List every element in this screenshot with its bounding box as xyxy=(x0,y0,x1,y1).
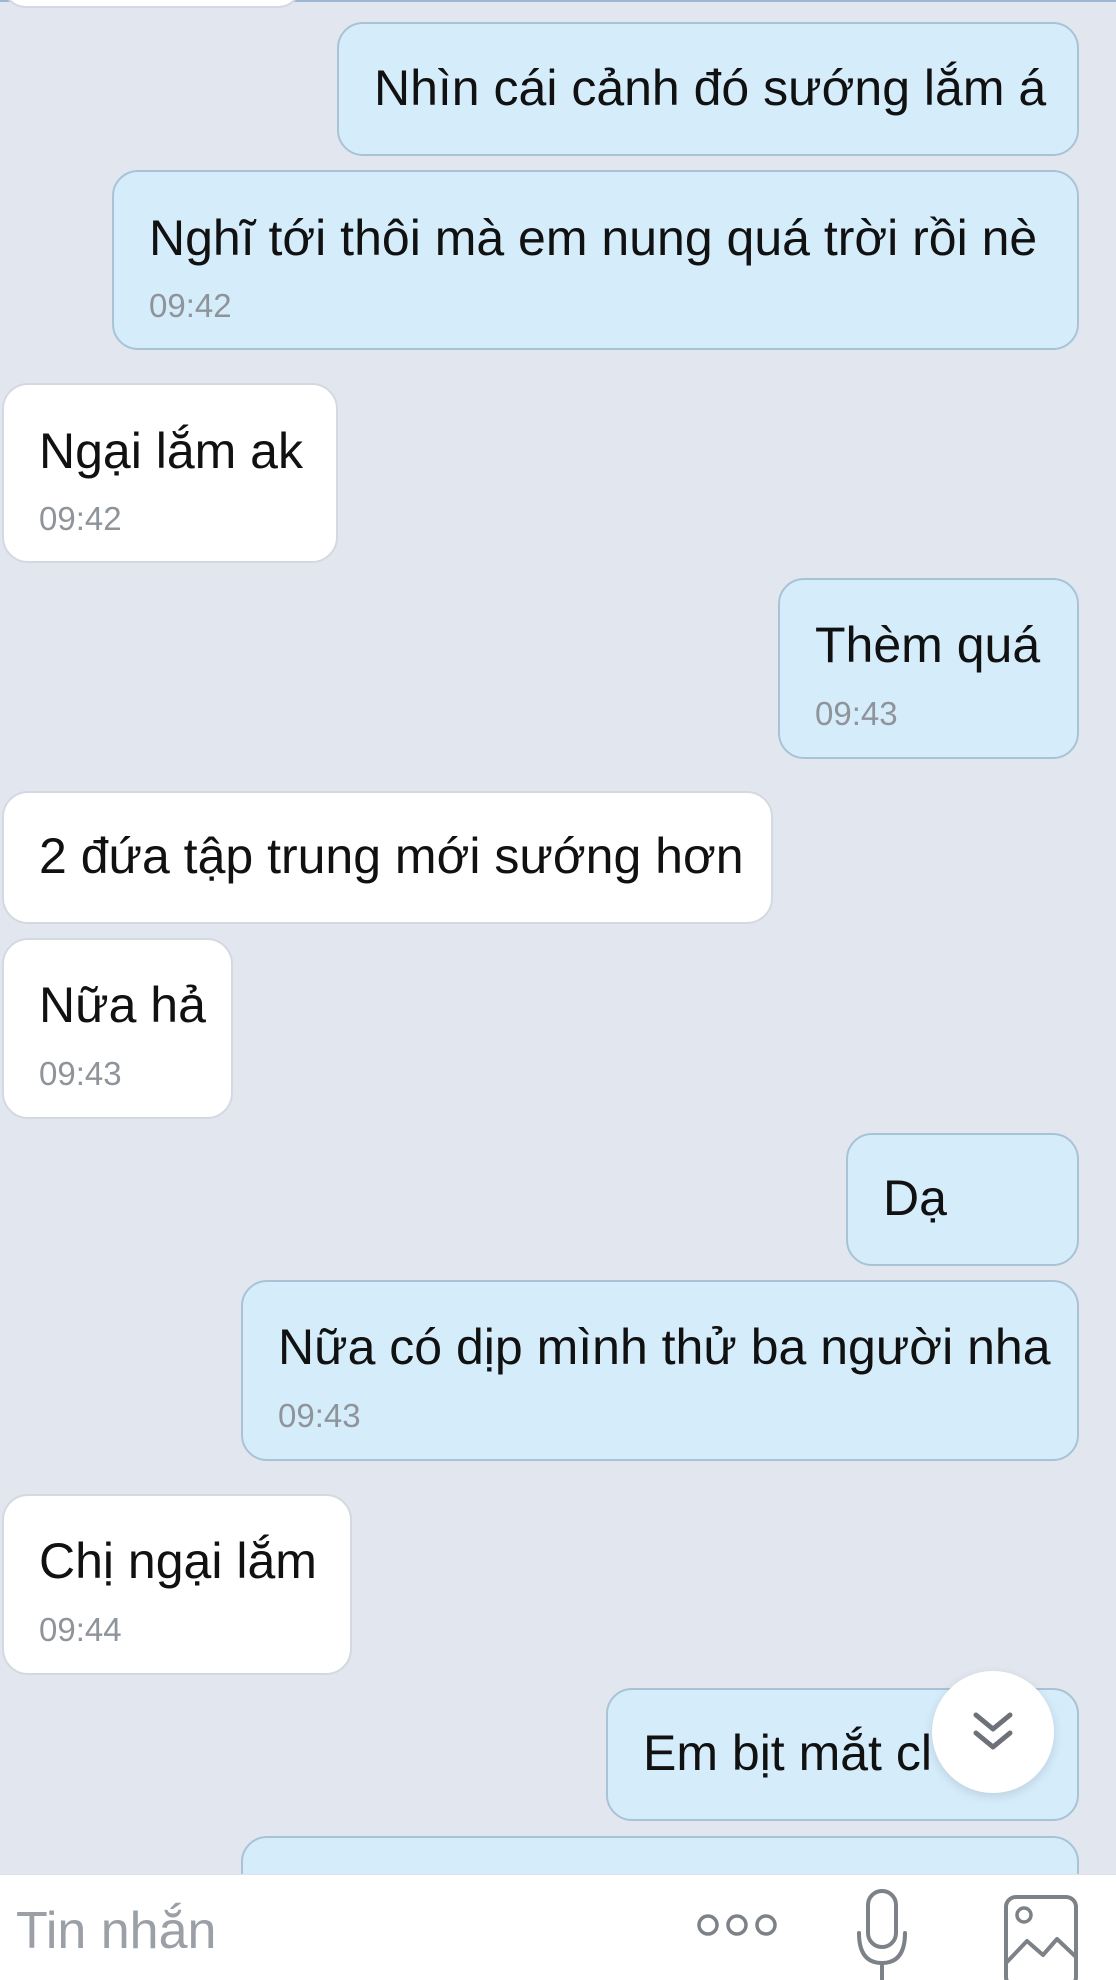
message-timestamp: 09:43 xyxy=(278,1397,361,1434)
message-timestamp: 09:42 xyxy=(149,287,232,324)
message-bubble-incoming[interactable]: 2 đứa tập trung mới sướng hơn xyxy=(2,791,773,924)
message-text: 2 đứa tập trung mới sướng hơn xyxy=(39,828,744,884)
message-bubble-partial xyxy=(241,1836,1079,1874)
message-timestamp: 09:43 xyxy=(815,695,898,732)
scroll-to-bottom-button[interactable] xyxy=(932,1671,1054,1793)
message-text: Chị ngại lắm xyxy=(39,1533,317,1589)
message-bubble-outgoing[interactable]: Thèm quá 09:43 xyxy=(778,578,1079,759)
more-dots-icon[interactable] xyxy=(694,1905,780,1945)
microphone-icon[interactable] xyxy=(854,1885,910,1980)
double-chevron-down-icon xyxy=(973,1712,1013,1750)
message-text: Nhìn cái cảnh đó sướng lắm á xyxy=(374,60,1047,116)
message-text: Nữa hả xyxy=(39,977,206,1033)
message-text: Thèm quá xyxy=(815,617,1041,673)
message-input[interactable]: Tin nhắn xyxy=(16,1901,216,1961)
message-bubble-outgoing[interactable]: Nữa có dịp mình thử ba người nha 09:43 xyxy=(241,1280,1079,1461)
message-timestamp: 09:43 xyxy=(39,1055,122,1092)
message-bubble-incoming[interactable]: Chị ngại lắm 09:44 xyxy=(2,1494,352,1675)
message-bubble-incoming[interactable]: Ngại lắm ak 09:42 xyxy=(2,383,338,563)
message-input-bar: Tin nhắn xyxy=(0,1874,1116,1980)
message-timestamp: 09:42 xyxy=(39,500,122,537)
message-text: Nữa có dịp mình thử ba người nha xyxy=(278,1319,1051,1375)
chat-area[interactable]: Nhìn cái cảnh đó sướng lắm á Nghĩ tới th… xyxy=(0,0,1116,1874)
message-text: Nghĩ tới thôi mà em nung quá trời rồi nè xyxy=(149,210,1038,266)
message-bubble-partial xyxy=(2,0,302,8)
message-timestamp: 09:44 xyxy=(39,1611,122,1648)
message-text: Em bịt mắt cl xyxy=(643,1725,932,1781)
message-text: Ngại lắm ak xyxy=(39,423,303,479)
message-bubble-outgoing[interactable]: Nghĩ tới thôi mà em nung quá trời rồi nè… xyxy=(112,170,1079,350)
message-text: Dạ xyxy=(883,1170,947,1226)
image-icon[interactable] xyxy=(1003,1893,1079,1980)
message-bubble-outgoing[interactable]: Nhìn cái cảnh đó sướng lắm á xyxy=(337,22,1079,156)
message-bubble-incoming[interactable]: Nữa hả 09:43 xyxy=(2,938,233,1119)
message-bubble-outgoing[interactable]: Dạ xyxy=(846,1133,1079,1266)
